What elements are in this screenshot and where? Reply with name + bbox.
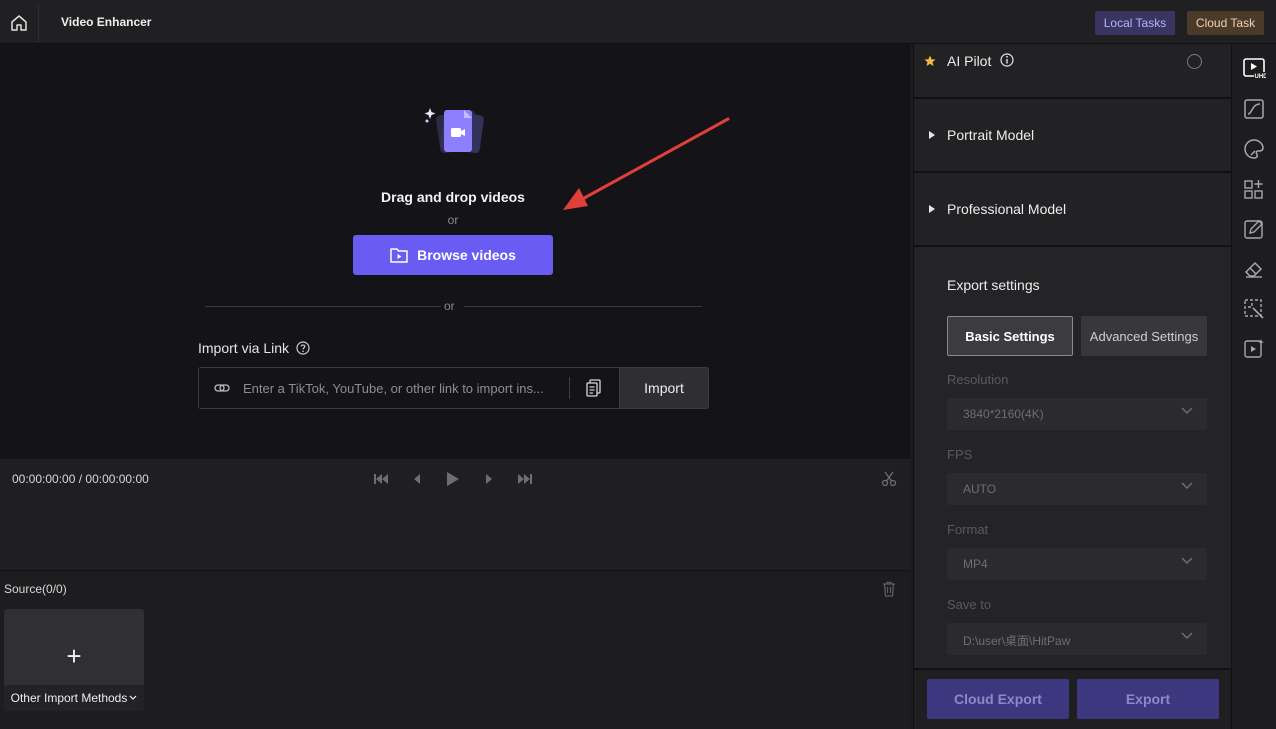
colorize-icon[interactable] [1242, 137, 1266, 161]
next-frame-icon[interactable] [484, 473, 494, 485]
tool-rail: UHD [1231, 44, 1276, 729]
chevron-down-icon [1181, 557, 1193, 565]
resolution-value: 3840*2160(4K) [963, 407, 1044, 421]
add-source-card[interactable]: + Other Import Methods [4, 609, 144, 711]
svg-text:UHD: UHD [1255, 74, 1267, 80]
info-icon[interactable] [1000, 53, 1014, 67]
export-settings-title: Export settings [947, 277, 1040, 293]
resolution-label: Resolution [947, 372, 1009, 387]
tab-advanced-settings[interactable]: Advanced Settings [1081, 316, 1207, 356]
fps-value: AUTO [963, 482, 997, 496]
skip-back-icon[interactable] [373, 473, 389, 485]
format-select[interactable]: MP4 [947, 548, 1207, 580]
import-via-link-text: Import via Link [198, 340, 290, 356]
tab-basic-settings[interactable]: Basic Settings [947, 316, 1073, 356]
curve-icon[interactable] [1242, 97, 1266, 121]
chevron-down-icon [1181, 407, 1193, 415]
or-divider-text: or [444, 299, 455, 313]
ai-pilot-radio[interactable] [1187, 54, 1202, 69]
drag-drop-text: Drag and drop videos [381, 189, 525, 205]
timecode: 00:00:00:00 / 00:00:00:00 [12, 472, 149, 486]
chevron-down-icon [1181, 482, 1193, 490]
grid-plus-icon[interactable] [1242, 177, 1266, 201]
caret-right-icon [929, 205, 935, 213]
prev-frame-icon[interactable] [412, 473, 422, 485]
save-to-select[interactable]: D:\user\桌面\HitPaw [947, 623, 1207, 655]
source-label: Source(0/0) [4, 582, 67, 596]
player-bar: 00:00:00:00 / 00:00:00:00 [0, 459, 910, 571]
or-text: or [447, 213, 459, 227]
chevron-down-icon [129, 695, 137, 700]
link-icon [214, 384, 230, 392]
format-value: MP4 [963, 557, 988, 571]
ai-pilot-row[interactable]: AI Pilot [914, 44, 1231, 99]
title-bar: Video Enhancer Local Tasks Cloud Task [0, 0, 1276, 44]
drop-zone[interactable]: Drag and drop videos or Browse videos or… [0, 44, 910, 459]
resolution-select[interactable]: 3840*2160(4K) [947, 398, 1207, 430]
fps-label: FPS [947, 447, 973, 462]
cloud-task-button[interactable]: Cloud Task [1187, 11, 1264, 35]
link-input[interactable] [243, 368, 563, 408]
paste-icon[interactable] [586, 379, 602, 397]
video-file-icon [424, 108, 484, 154]
portrait-model-label: Portrait Model [947, 127, 1035, 143]
home-icon [11, 15, 27, 31]
divider [205, 306, 441, 307]
scissors-icon[interactable] [881, 471, 897, 487]
annotation-arrow [563, 117, 730, 210]
video-sparkle-icon[interactable] [1242, 337, 1266, 361]
edit-image-icon[interactable] [1242, 217, 1266, 241]
save-to-label: Save to [947, 597, 992, 612]
settings-panel: AI Pilot Portrait Model Professional Mod… [913, 44, 1231, 729]
other-import-methods-dropdown[interactable]: Other Import Methods [4, 685, 144, 711]
divider [464, 306, 702, 307]
export-settings: Export settings Basic Settings Advanced … [914, 247, 1231, 670]
play-icon[interactable] [446, 471, 460, 487]
help-icon[interactable] [296, 341, 310, 355]
link-import-box: Import [198, 367, 709, 409]
caret-right-icon [929, 131, 935, 139]
uhd-video-icon[interactable]: UHD [1242, 56, 1266, 80]
portrait-model-row[interactable]: Portrait Model [914, 99, 1231, 173]
import-via-link-label: Import via Link [198, 340, 310, 356]
folder-play-icon [390, 248, 408, 263]
fps-select[interactable]: AUTO [947, 473, 1207, 505]
magic-select-icon[interactable] [1242, 297, 1266, 321]
divider [569, 377, 570, 399]
local-tasks-button[interactable]: Local Tasks [1095, 11, 1175, 35]
format-label: Format [947, 522, 989, 537]
browse-videos-label: Browse videos [417, 247, 516, 263]
save-to-value: D:\user\桌面\HitPaw [963, 634, 1071, 648]
professional-model-label: Professional Model [947, 201, 1067, 217]
professional-model-row[interactable]: Professional Model [914, 173, 1231, 247]
eraser-icon[interactable] [1242, 257, 1266, 281]
chevron-down-icon [1181, 632, 1193, 640]
source-panel: Source(0/0) + Other Import Methods [0, 572, 910, 729]
cloud-export-button[interactable]: Cloud Export [927, 679, 1069, 719]
browse-videos-button[interactable]: Browse videos [353, 235, 553, 275]
ai-pilot-label: AI Pilot [947, 53, 992, 69]
home-button[interactable] [0, 4, 39, 42]
other-import-methods-label: Other Import Methods [10, 691, 128, 705]
trash-icon[interactable] [882, 581, 896, 597]
export-button[interactable]: Export [1077, 679, 1219, 719]
skip-forward-icon[interactable] [517, 473, 533, 485]
app-title: Video Enhancer [61, 15, 152, 29]
star-icon [924, 55, 936, 66]
import-button[interactable]: Import [619, 367, 709, 409]
plus-icon: + [66, 641, 82, 671]
